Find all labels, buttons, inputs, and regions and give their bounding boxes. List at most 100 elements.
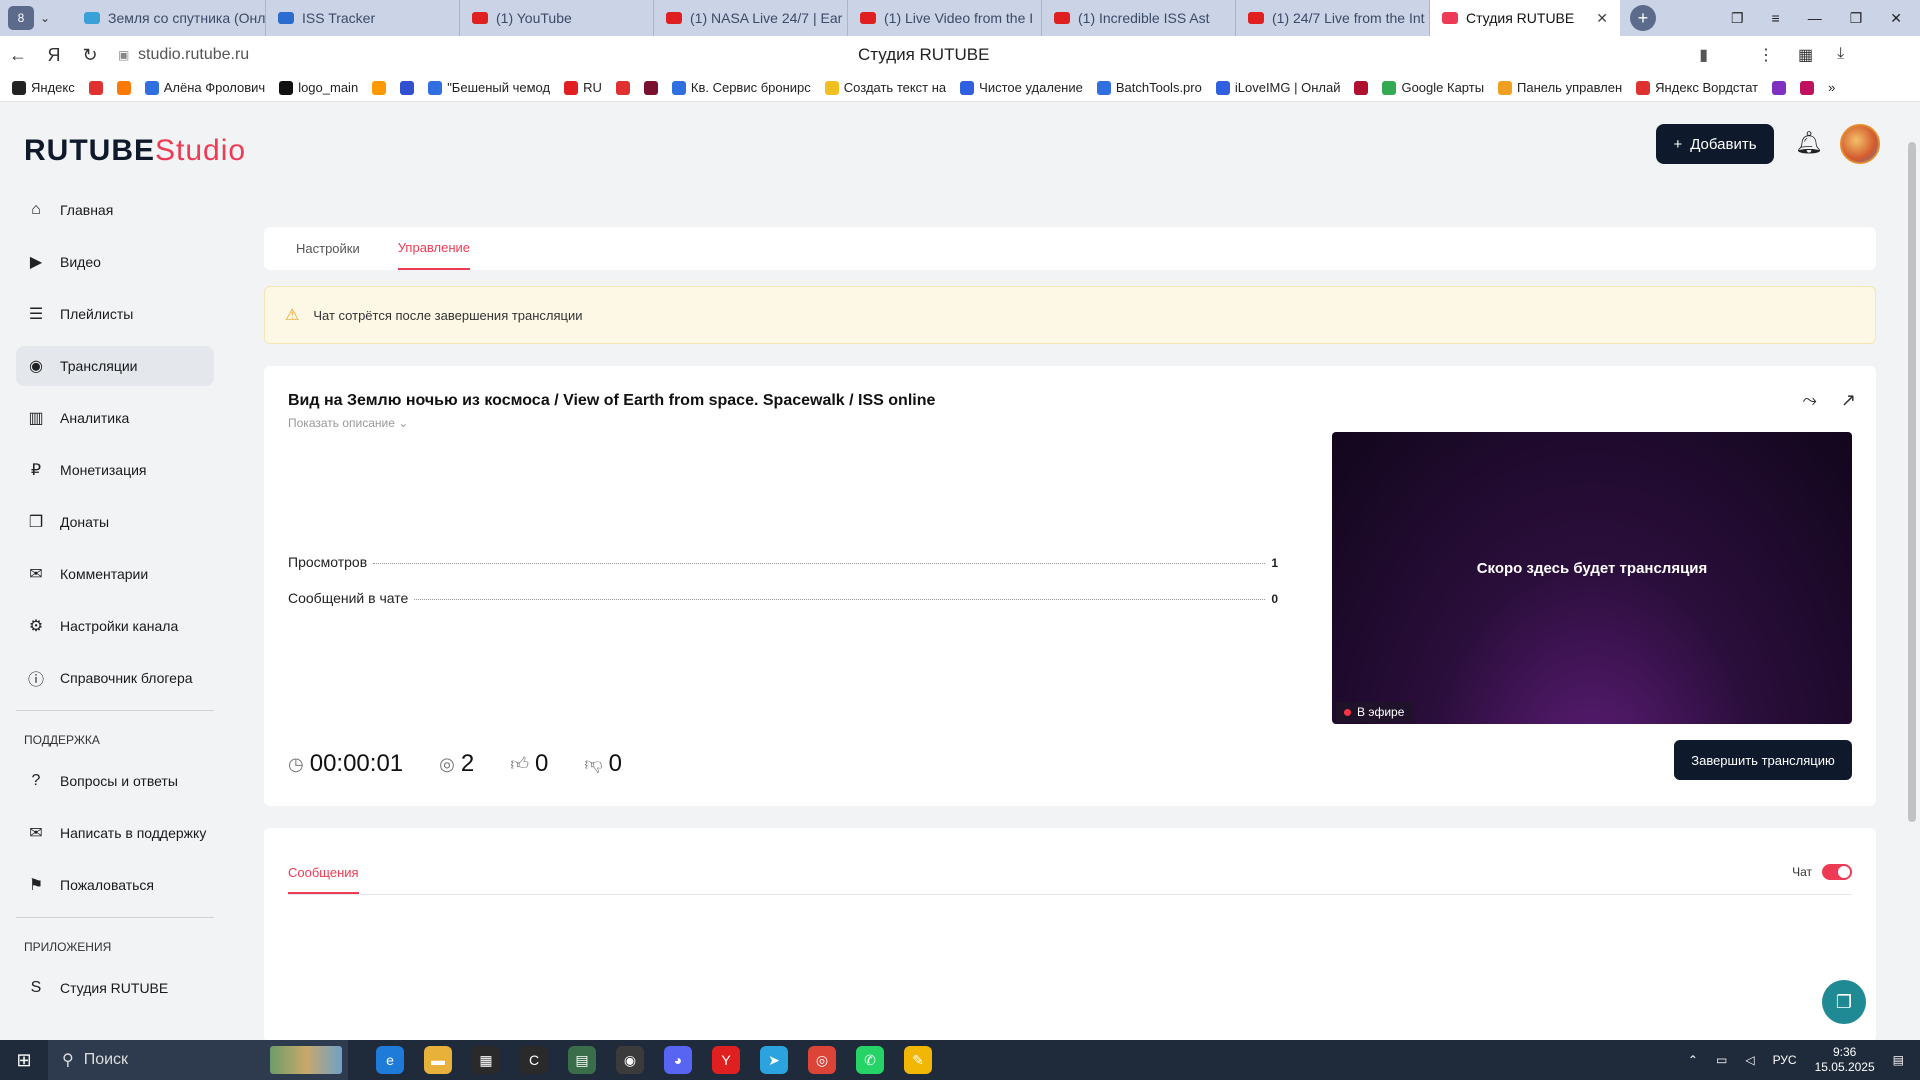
sidebar-item[interactable]: ⓘ Справочник блогера (16, 658, 214, 698)
support-chat-button[interactable]: ❐ (1822, 980, 1866, 1024)
more-icon[interactable]: ⋮ (1758, 45, 1774, 65)
bookmark-item[interactable] (88, 80, 117, 95)
yandex-browser-icon[interactable]: Y (712, 1046, 740, 1074)
video-player[interactable]: Скоро здесь будет трансляция В эфире (1332, 432, 1852, 724)
show-description-link[interactable]: Показать описание ⌄ (288, 416, 408, 430)
sidebar-item[interactable]: ✉ Комментарии (16, 554, 214, 594)
close-tab-icon[interactable]: ✕ (1596, 10, 1608, 27)
bookmark-item[interactable]: logo_main (279, 80, 372, 95)
sidebar-item[interactable]: ⌂ Главная (16, 190, 214, 230)
tab-messages[interactable]: Сообщения (288, 852, 359, 894)
yandex-icon[interactable]: Я (36, 45, 72, 66)
end-stream-button[interactable]: Завершить трансляцию (1674, 740, 1852, 780)
close-window-icon[interactable]: ✕ (1890, 10, 1902, 27)
browser-tab[interactable]: (1) YouTube (460, 0, 654, 36)
calculator-icon[interactable]: ▤ (568, 1046, 596, 1074)
bookmark-item[interactable]: Панель управлен (1498, 80, 1636, 95)
browser-tab[interactable]: (1) Live Video from the I (848, 0, 1042, 36)
obs-icon[interactable]: ◉ (616, 1046, 644, 1074)
bookmark-item[interactable] (1772, 80, 1800, 95)
collections-icon[interactable]: ❐ (1731, 10, 1744, 27)
bookmark-item[interactable]: "Бешеный чемод (428, 80, 564, 95)
edge-icon[interactable]: e (376, 1046, 404, 1074)
scrollbar-thumb[interactable] (1908, 142, 1916, 822)
bookmark-icon[interactable]: ▮ (1699, 45, 1708, 65)
url-field[interactable]: ▣ studio.rutube.ru Студия RUTUBE ▮ (118, 41, 1748, 69)
clock[interactable]: 9:36 15.05.2025 (1815, 1045, 1875, 1075)
bookmark-item[interactable]: Google Карты (1382, 80, 1498, 95)
bookmark-item[interactable] (116, 80, 145, 95)
url-text[interactable]: studio.rutube.ru (138, 46, 249, 64)
taskbar-search[interactable]: ⚲ Поиск (48, 1040, 348, 1080)
bookmark-item[interactable] (1354, 80, 1382, 95)
extensions-icon[interactable]: ▦ (1798, 45, 1813, 65)
download-icon[interactable]: ⤓ (1837, 45, 1844, 65)
bookmark-item[interactable]: iLoveIMG | Онлай (1215, 80, 1355, 95)
sidebar-item[interactable]: ❒ Донаты (16, 502, 214, 542)
browser-tab[interactable]: (1) Incredible ISS Ast (1042, 0, 1236, 36)
bookmark-item[interactable]: Алёна Фролович (144, 80, 279, 95)
browser-tab[interactable]: Земля со спутника (Онл (72, 0, 266, 36)
minimize-icon[interactable]: — (1808, 10, 1822, 27)
bookmark-item[interactable] (1800, 80, 1828, 95)
whatsapp-icon[interactable]: ✆ (856, 1046, 884, 1074)
back-icon[interactable]: ← (0, 45, 36, 66)
menu-icon[interactable]: ≡ (1772, 10, 1780, 27)
discord-icon[interactable]: ◕ (664, 1046, 692, 1074)
pen-app-icon[interactable]: ✎ (904, 1046, 932, 1074)
page-scrollbar[interactable] (1904, 102, 1920, 1040)
sidebar-item[interactable]: ✉ Написать в поддержку (16, 813, 214, 853)
rutube-studio-logo[interactable]: RUTUBEStudio (24, 134, 246, 168)
avatar[interactable] (1840, 124, 1880, 164)
capcut-icon[interactable]: C (520, 1046, 548, 1074)
new-tab-button[interactable]: + (1630, 5, 1656, 31)
bookmark-item[interactable]: Чистое удаление (960, 80, 1097, 95)
sidebar-item[interactable]: ? Вопросы и ответы (16, 761, 214, 801)
language-indicator[interactable]: РУС (1773, 1053, 1797, 1067)
telegram-icon[interactable]: ➤ (760, 1046, 788, 1074)
network-icon[interactable]: ▭ (1716, 1053, 1727, 1067)
bookmark-item[interactable] (615, 80, 644, 95)
tab-stream[interactable]: Настройки (296, 227, 360, 270)
add-button[interactable]: + Добавить (1656, 124, 1774, 164)
bookmark-item[interactable] (372, 80, 400, 95)
bookmark-item[interactable] (643, 80, 672, 95)
bookmark-item[interactable]: BatchTools.pro (1096, 80, 1216, 95)
reload-icon[interactable]: ↻ (72, 45, 108, 66)
file-explorer-icon[interactable]: ▬ (424, 1046, 452, 1074)
sidebar-item[interactable]: S Студия RUTUBE (16, 968, 214, 1008)
browser-tab[interactable]: (1) NASA Live 24/7 | Ear (654, 0, 848, 36)
external-link-icon[interactable]: ↗ (1841, 390, 1856, 411)
sidebar-item[interactable]: ₽ Монетизация (16, 450, 214, 490)
sidebar-item[interactable]: ☰ Плейлисты (16, 294, 214, 334)
sidebar-item[interactable]: ⚑ Пожаловаться (16, 865, 214, 905)
browser-tab[interactable]: ISS Tracker (266, 0, 460, 36)
sidebar-item[interactable]: ⚙ Настройки канала (16, 606, 214, 646)
maximize-icon[interactable]: ❐ (1850, 10, 1863, 27)
windows-start-icon[interactable]: ⊞ (0, 1050, 48, 1071)
video-editor-icon[interactable]: ▦ (472, 1046, 500, 1074)
chrome-icon[interactable]: ◎ (808, 1046, 836, 1074)
browser-tab[interactable]: (1) 24/7 Live from the Int (1236, 0, 1430, 36)
bookmark-item[interactable] (400, 80, 428, 95)
bookmark-item[interactable]: Яндекс Вордстат (1636, 80, 1772, 95)
sidebar-item[interactable]: ◉ Трансляции (16, 346, 214, 386)
sidebar-item[interactable]: ▥ Аналитика (16, 398, 214, 438)
chevron-up-icon[interactable]: ⌃ (1688, 1053, 1698, 1067)
chevron-down-icon[interactable]: ⌄ (40, 11, 50, 25)
volume-icon[interactable]: ◁ (1745, 1053, 1754, 1067)
chat-switch[interactable] (1822, 864, 1852, 880)
tab-count-badge[interactable]: 8 (8, 6, 34, 30)
sidebar-item[interactable]: ▶ Видео (16, 242, 214, 282)
bookmark-item[interactable]: Кв. Сервис бронирс (671, 80, 825, 95)
bookmark-item[interactable]: Яндекс (12, 80, 89, 95)
bookmark-item[interactable]: RU (564, 80, 616, 95)
live-badge: В эфире (1336, 702, 1415, 722)
bookmark-item[interactable]: Создать текст на (824, 80, 960, 95)
browser-tab[interactable]: Студия RUTUBE ✕ (1430, 0, 1620, 36)
tab-stream[interactable]: Управление (397, 227, 471, 270)
share-icon[interactable]: ⤳ (1803, 390, 1817, 411)
notifications-icon[interactable]: ▤ (1893, 1053, 1904, 1067)
bell-icon[interactable]: 🔔︎ (1795, 130, 1823, 156)
more-bookmarks-icon[interactable]: » (1828, 80, 1849, 95)
